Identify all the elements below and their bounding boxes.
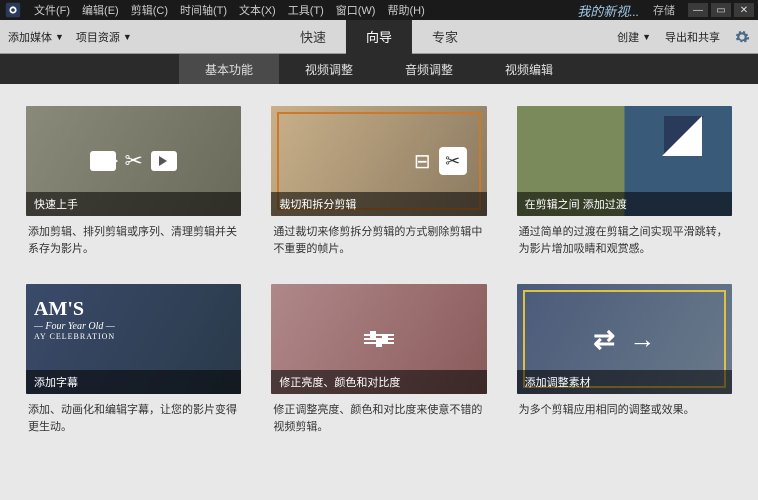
chevron-down-icon: ▼	[642, 32, 651, 42]
menu-edit[interactable]: 编辑(E)	[76, 2, 125, 18]
card-desc: 添加、动画化和编辑字幕，让您的影片变得更生动。	[26, 394, 241, 444]
arrow-right-icon: →	[629, 324, 655, 355]
camera-icon	[90, 151, 116, 171]
minimize-icon[interactable]: —	[688, 3, 708, 17]
card-caption: 修正亮度、颜色和对比度	[271, 370, 486, 394]
menu-tools[interactable]: 工具(T)	[282, 2, 330, 18]
menubar: 文件(F) 编辑(E) 剪辑(C) 时间轴(T) 文本(X) 工具(T) 窗口(…	[0, 0, 758, 20]
chevron-down-icon: ▼	[55, 32, 64, 42]
card-caption: 快速上手	[26, 192, 241, 216]
card-caption: 在剪辑之间 添加过渡	[517, 192, 732, 216]
guide-card-color-correct[interactable]: 修正亮度、颜色和对比度 修正调整亮度、颜色和对比度来使意不错的视频剪辑。	[271, 284, 486, 444]
menu-clip[interactable]: 剪辑(C)	[125, 2, 174, 18]
export-share-button[interactable]: 导出和共享	[665, 29, 720, 45]
menu-text[interactable]: 文本(X)	[233, 2, 282, 18]
card-desc: 为多个剪辑应用相同的调整或效果。	[517, 394, 732, 444]
subtabs: 基本功能 视频调整 音频调整 视频编辑	[0, 54, 758, 84]
sliders-icon	[364, 334, 394, 344]
card-desc: 修正调整亮度、颜色和对比度来使意不错的视频剪辑。	[271, 394, 486, 444]
scissors-icon: ✂	[124, 148, 142, 174]
subtab-audio-adjust[interactable]: 音频调整	[379, 54, 479, 84]
guide-card-adjustment-layer[interactable]: ⇄ → 添加调整素材 为多个剪辑应用相同的调整或效果。	[517, 284, 732, 444]
card-caption: 裁切和拆分剪辑	[271, 192, 486, 216]
swap-icon: ⇄	[593, 324, 615, 355]
scissors-icon: ✂	[439, 147, 467, 175]
card-desc: 通过裁切来修剪拆分剪辑的方式剔除剪辑中不重要的帧片。	[271, 216, 486, 266]
close-icon[interactable]: ✕	[734, 3, 754, 17]
menu-file[interactable]: 文件(F)	[28, 2, 76, 18]
tab-guided[interactable]: 向导	[346, 20, 412, 54]
card-desc: 通过简单的过渡在剪辑之间实现平滑跳转，为影片增加吸睛和观赏感。	[517, 216, 732, 266]
project-title: 我的新视...	[577, 1, 639, 20]
chevron-down-icon: ▼	[123, 32, 132, 42]
maximize-icon[interactable]: ▭	[711, 3, 731, 17]
tab-quick[interactable]: 快速	[280, 20, 346, 54]
subtab-video-adjust[interactable]: 视频调整	[279, 54, 379, 84]
toolbar: 添加媒体▼ 项目资源▼ 快速 向导 专家 创建▼ 导出和共享	[0, 20, 758, 54]
guide-card-titles[interactable]: AM'S— Four Year Old —AY CELEBRATION添加字幕 …	[26, 284, 241, 444]
app-logo-icon	[4, 1, 22, 19]
guide-card-quickstart[interactable]: ✂ 快速上手 添加剪辑、排列剪辑或序列、清理剪辑并关系存为影片。	[26, 106, 241, 266]
menu-help[interactable]: 帮助(H)	[381, 2, 430, 18]
menu-timeline[interactable]: 时间轴(T)	[174, 2, 233, 18]
split-icon: ⊟	[414, 149, 431, 174]
save-button[interactable]: 存储	[653, 2, 675, 18]
play-icon	[151, 151, 177, 171]
project-assets-button[interactable]: 项目资源▼	[76, 29, 132, 45]
tab-expert[interactable]: 专家	[412, 20, 478, 54]
gear-icon[interactable]	[734, 29, 750, 45]
guide-card-transitions[interactable]: 在剪辑之间 添加过渡 通过简单的过渡在剪辑之间实现平滑跳转，为影片增加吸睛和观赏…	[517, 106, 732, 266]
card-caption: 添加字幕	[26, 370, 241, 394]
guide-card-trim[interactable]: ⊟ ✂ 裁切和拆分剪辑 通过裁切来修剪拆分剪辑的方式剔除剪辑中不重要的帧片。	[271, 106, 486, 266]
subtab-basics[interactable]: 基本功能	[179, 54, 279, 84]
card-desc: 添加剪辑、排列剪辑或序列、清理剪辑并关系存为影片。	[26, 216, 241, 266]
card-caption: 添加调整素材	[517, 370, 732, 394]
content-area[interactable]: ✂ 快速上手 添加剪辑、排列剪辑或序列、清理剪辑并关系存为影片。 ⊟ ✂ 裁切和拆分剪…	[0, 84, 758, 500]
subtab-video-edit[interactable]: 视频编辑	[479, 54, 579, 84]
menu-window[interactable]: 窗口(W)	[330, 2, 382, 18]
mode-tabs: 快速 向导 专家	[280, 20, 478, 54]
add-media-button[interactable]: 添加媒体▼	[8, 29, 64, 45]
create-button[interactable]: 创建▼	[617, 29, 651, 45]
